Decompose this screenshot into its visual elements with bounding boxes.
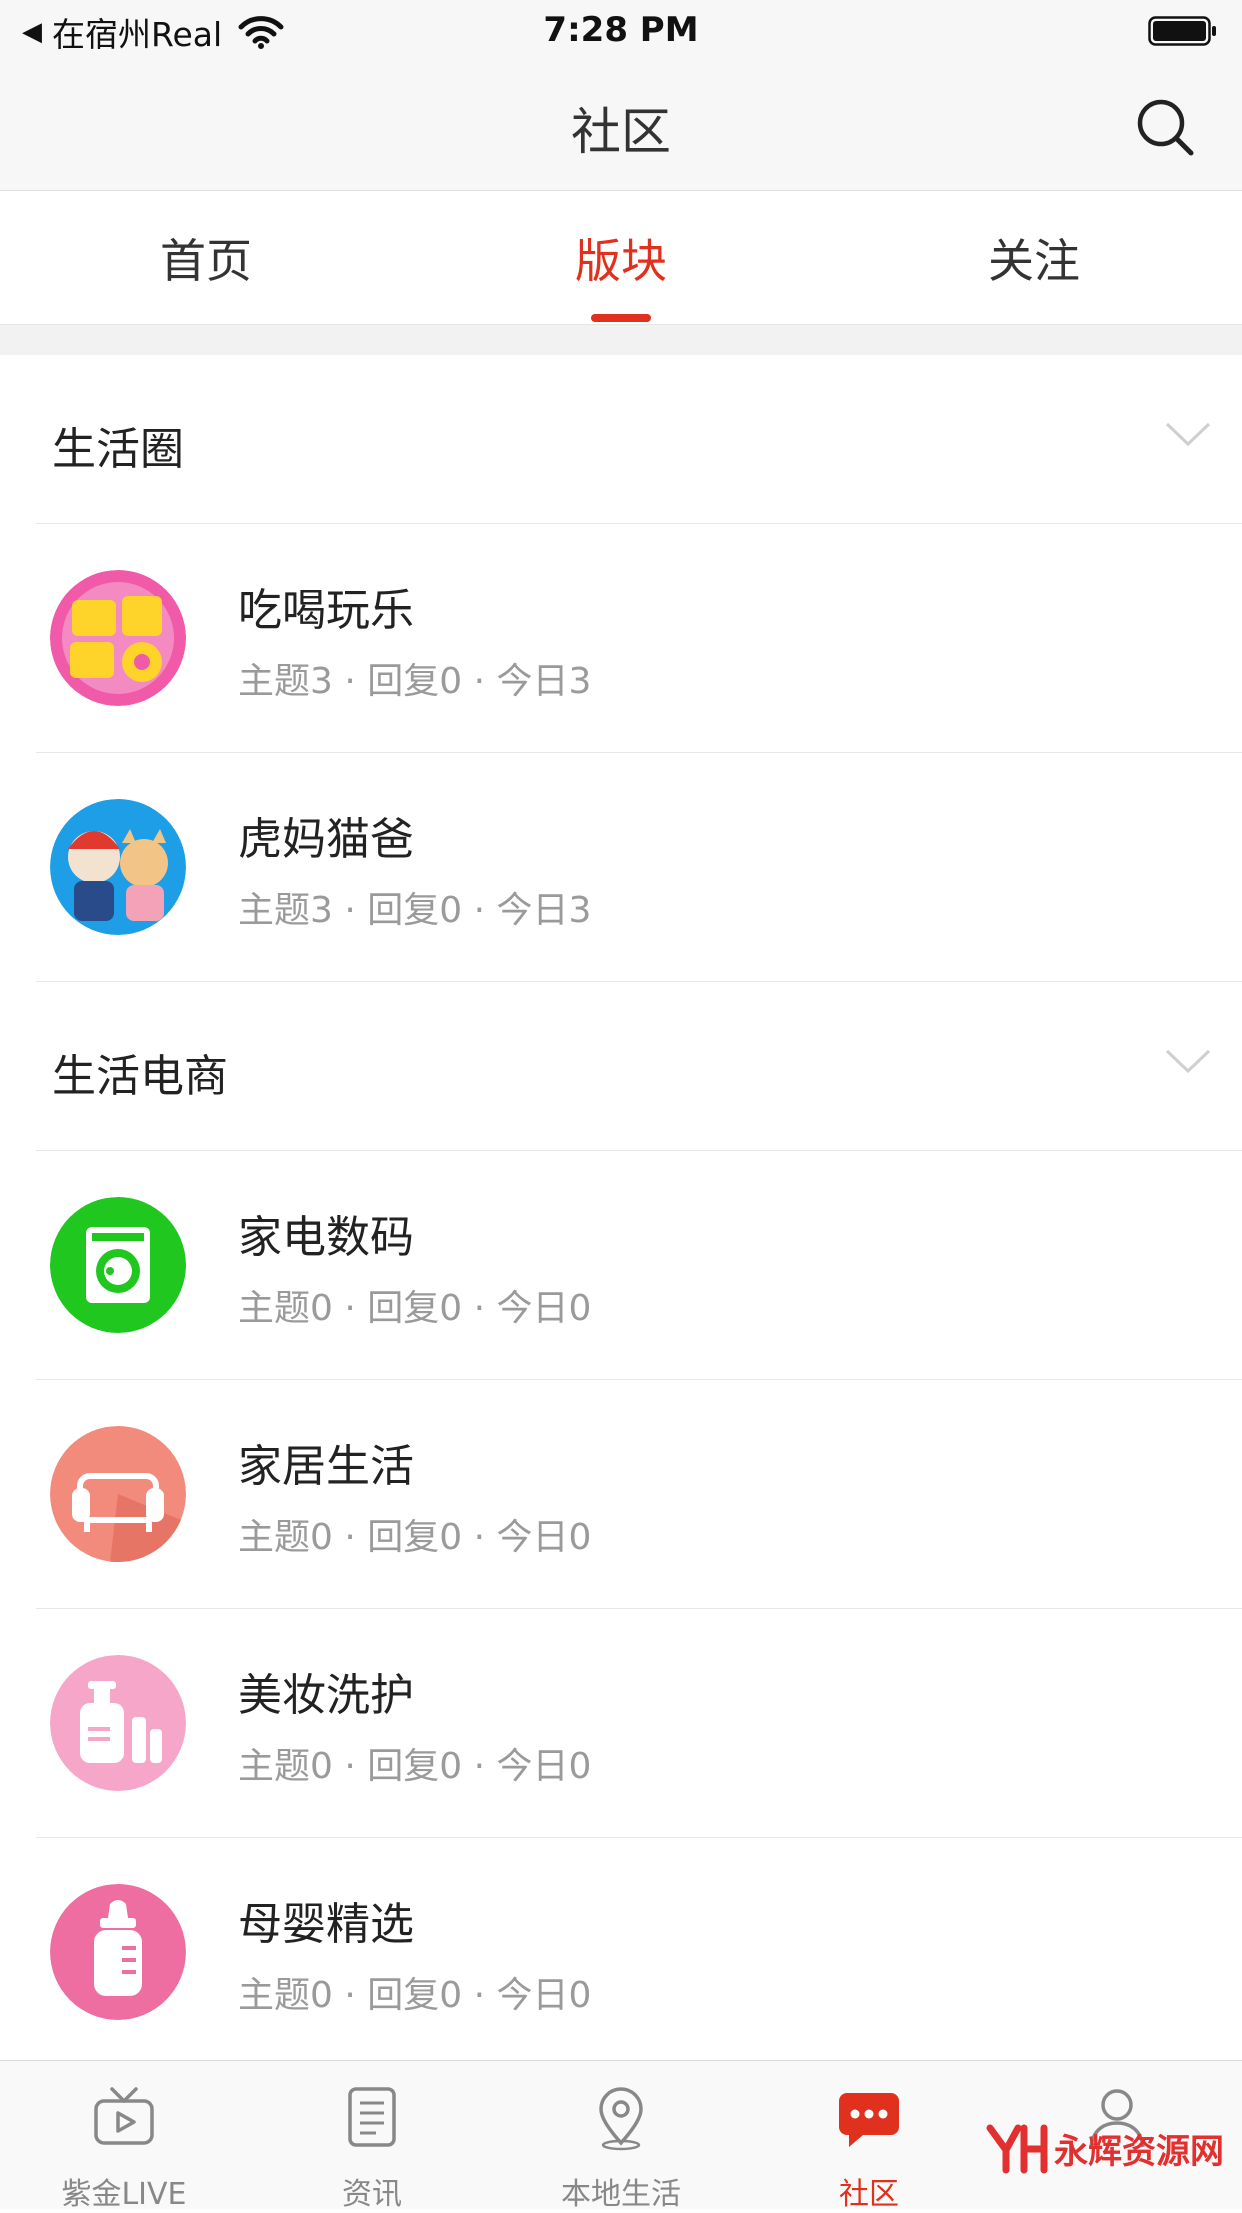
tv-icon — [94, 2087, 154, 2145]
watermark-logo-icon — [986, 2124, 1048, 2174]
chat-icon — [839, 2093, 899, 2147]
board-name: 吃喝玩乐 — [238, 585, 414, 636]
board-stats: 主题3 · 回复0 · 今日3 — [238, 661, 592, 702]
group-title: 生活电商 — [52, 1051, 228, 1102]
chevron-down-icon — [1165, 422, 1211, 447]
board-stats: 主题0 · 回复0 · 今日0 — [238, 1975, 592, 2016]
list-item[interactable]: 母婴精选 主题0 · 回复0 · 今日0 — [36, 1838, 1242, 2066]
board-stats: 主题0 · 回复0 · 今日0 — [238, 1517, 592, 1558]
tabbar-label: 本地生活 — [561, 2177, 681, 2212]
watermark: 永辉资源网 — [986, 2120, 1224, 2176]
group-title: 生活圈 — [52, 424, 184, 475]
tabbar-label: 社区 — [839, 2177, 899, 2212]
sofa-icon — [50, 1426, 186, 1562]
tabbar-item-live[interactable]: 紫金LIVE — [0, 2061, 248, 2212]
parents-icon — [50, 799, 186, 935]
board-name: 家电数码 — [238, 1212, 414, 1263]
tab-label: 首页 — [160, 234, 252, 288]
food-fun-icon — [50, 570, 186, 706]
group-header[interactable]: 生活圈 — [36, 355, 1242, 524]
board-name: 母婴精选 — [238, 1899, 414, 1950]
board-stats: 主题3 · 回复0 · 今日3 — [238, 890, 592, 931]
list-item[interactable]: 家电数码 主题0 · 回复0 · 今日0 — [36, 1151, 1242, 1380]
tab-boards[interactable]: 版块 — [491, 192, 751, 324]
tab-label: 版块 — [575, 234, 667, 288]
tabbar-item-local-life[interactable]: 本地生活 — [497, 2061, 745, 2212]
list-item[interactable]: 美妆洗护 主题0 · 回复0 · 今日0 — [36, 1609, 1242, 1838]
washing-machine-icon — [50, 1197, 186, 1333]
location-icon — [599, 2087, 643, 2151]
watermark-text: 永辉资源网 — [1054, 2131, 1224, 2172]
chevron-down-icon — [1165, 1049, 1211, 1074]
status-time: 7:28 PM — [543, 10, 699, 50]
list-item[interactable]: 吃喝玩乐 主题3 · 回复0 · 今日3 — [36, 524, 1242, 753]
status-bar: ◀ 在宿州Real 7:28 PM — [0, 0, 1242, 62]
nav-bar: 社区 — [0, 62, 1242, 191]
search-icon[interactable] — [1134, 96, 1196, 158]
board-list: 生活圈 吃喝玩乐 主题3 · 回复0 · 今日3 虎妈猫爸 主题3 · 回复0 … — [0, 355, 1242, 2066]
active-tab-indicator — [591, 314, 651, 322]
baby-bottle-icon — [50, 1884, 186, 2020]
tabbar-item-news[interactable]: 资讯 — [248, 2061, 496, 2212]
news-icon — [348, 2087, 396, 2147]
tabbar-item-community[interactable]: 社区 — [745, 2061, 993, 2212]
segment-tabs: 首页 版块 关注 — [0, 192, 1242, 325]
board-name: 虎妈猫爸 — [238, 814, 414, 865]
board-name: 家居生活 — [238, 1441, 414, 1492]
board-stats: 主题0 · 回复0 · 今日0 — [238, 1746, 592, 1787]
tab-following[interactable]: 关注 — [904, 192, 1164, 324]
board-stats: 主题0 · 回复0 · 今日0 — [238, 1288, 592, 1329]
tabbar-label: 紫金LIVE — [61, 2177, 187, 2212]
battery-icon — [1148, 16, 1216, 46]
section-gap — [0, 325, 1242, 355]
tab-home[interactable]: 首页 — [76, 192, 336, 324]
list-item[interactable]: 虎妈猫爸 主题3 · 回复0 · 今日3 — [36, 753, 1242, 982]
page-title: 社区 — [571, 103, 671, 161]
list-item[interactable]: 家居生活 主题0 · 回复0 · 今日0 — [36, 1380, 1242, 1609]
cosmetics-icon — [50, 1655, 186, 1791]
board-name: 美妆洗护 — [238, 1670, 414, 1721]
tabbar-label: 资讯 — [342, 2177, 402, 2212]
tab-label: 关注 — [988, 234, 1080, 288]
group-header[interactable]: 生活电商 — [36, 982, 1242, 1151]
